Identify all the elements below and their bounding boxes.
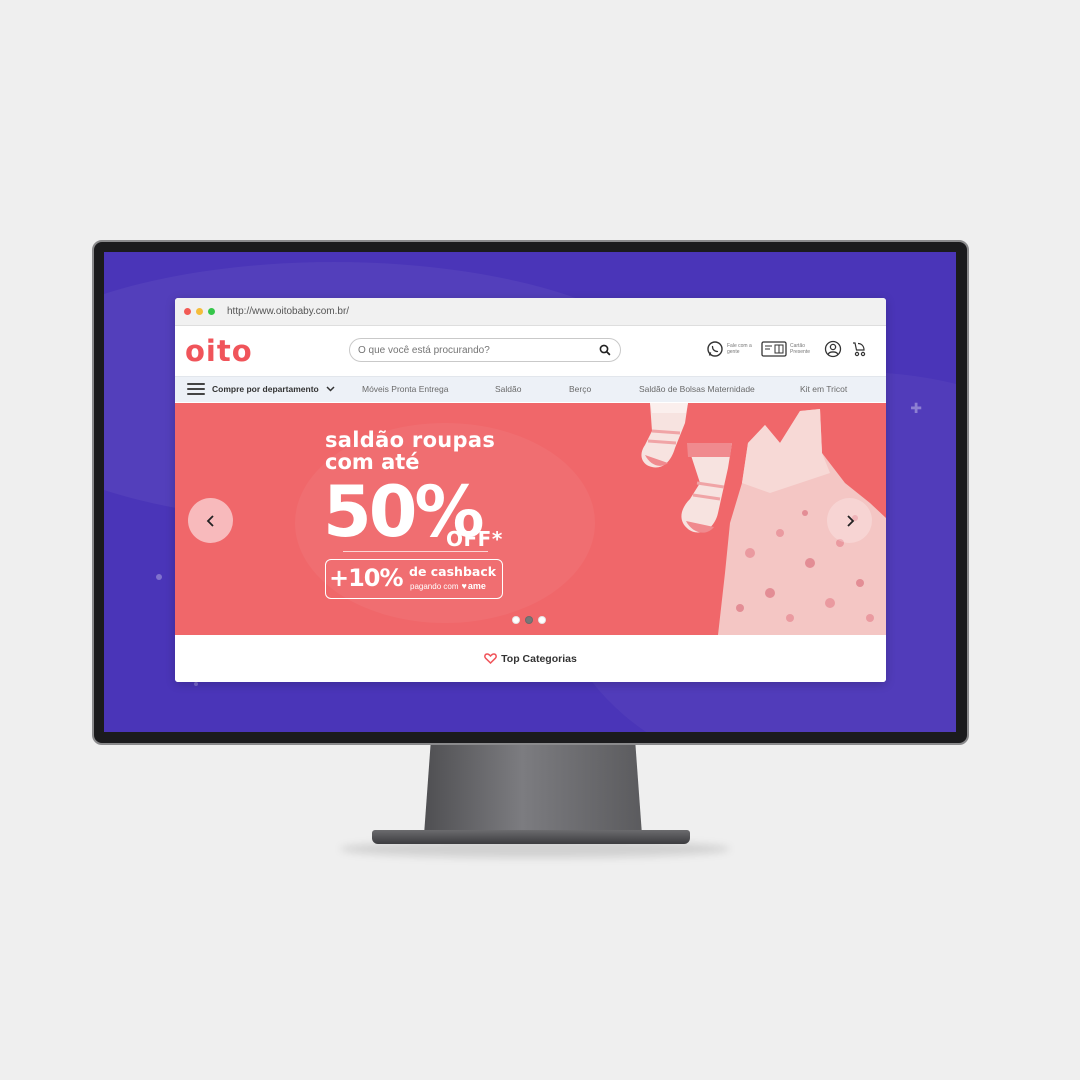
cashback-pay-text: pagando com bbox=[410, 581, 459, 591]
hero-banner[interactable]: saldão roupas com até 50% OFF* +10% de c… bbox=[175, 403, 886, 635]
heart-icon bbox=[484, 653, 498, 664]
nav-link-moveis[interactable]: Móveis Pronta Entrega bbox=[362, 384, 448, 394]
carousel-prev-button[interactable] bbox=[188, 498, 233, 543]
contact-link[interactable]: Fale com a gente bbox=[706, 340, 753, 358]
search-bar[interactable] bbox=[349, 338, 621, 362]
site-logo[interactable]: oito bbox=[185, 334, 253, 368]
cart-button[interactable] bbox=[850, 340, 868, 358]
account-button[interactable] bbox=[824, 340, 842, 358]
hero-headline-line2: com até bbox=[325, 450, 420, 474]
nav-link-bolsas[interactable]: Saldão de Bolsas Maternidade bbox=[639, 384, 755, 394]
carousel-dot-3[interactable] bbox=[538, 616, 546, 624]
hero-headline-line1: saldão roupas bbox=[325, 428, 496, 452]
nav-link-tricot[interactable]: Kit em Tricot bbox=[800, 384, 847, 394]
carousel-next-button[interactable] bbox=[827, 498, 872, 543]
close-window-button[interactable] bbox=[184, 308, 191, 315]
top-categories-section: Top Categorias bbox=[175, 635, 886, 682]
nav-link-berco[interactable]: Berço bbox=[569, 384, 591, 394]
browser-window: http://www.oitobaby.com.br/ oito Fale co… bbox=[175, 298, 886, 682]
menu-icon bbox=[187, 383, 205, 395]
cashback-value: +10% bbox=[329, 564, 404, 592]
carousel-dot-2[interactable] bbox=[525, 616, 533, 624]
hero-off-label: OFF* bbox=[446, 527, 503, 551]
heart-icon: ♥ bbox=[461, 581, 467, 591]
chevron-left-icon bbox=[206, 514, 214, 527]
whatsapp-icon bbox=[707, 341, 723, 357]
gift-card-link[interactable]: Cartão Presente bbox=[761, 340, 816, 358]
cashback-payment: pagando com ♥ ame bbox=[410, 581, 486, 591]
contact-label: Fale com a gente bbox=[727, 343, 752, 355]
user-icon bbox=[824, 340, 842, 358]
decorative-plus-icon: ✚ bbox=[910, 400, 922, 416]
url-text[interactable]: http://www.oitobaby.com.br/ bbox=[227, 306, 349, 317]
chevron-down-icon bbox=[326, 386, 335, 392]
search-input[interactable] bbox=[358, 344, 598, 356]
gift-card-label: Cartão Presente bbox=[790, 343, 811, 355]
monitor-base bbox=[372, 830, 690, 844]
carousel-dots bbox=[512, 616, 551, 624]
nav-link-saldao[interactable]: Saldão bbox=[495, 384, 521, 394]
minimize-window-button[interactable] bbox=[196, 308, 203, 315]
site-header: oito Fale com a gente bbox=[175, 326, 886, 376]
maximize-window-button[interactable] bbox=[208, 308, 215, 315]
address-bar: http://www.oitobaby.com.br/ bbox=[175, 298, 886, 326]
gift-card-icon bbox=[761, 341, 787, 357]
chevron-right-icon bbox=[846, 514, 854, 527]
decorative-dot bbox=[194, 682, 198, 686]
top-categories-label: Top Categorias bbox=[501, 652, 577, 665]
cashback-text: de cashback bbox=[409, 564, 497, 579]
decorative-dot bbox=[156, 574, 162, 580]
stroller-icon bbox=[853, 342, 866, 357]
header-actions: Fale com a gente Cartão Presente bbox=[698, 340, 868, 358]
carousel-dot-1[interactable] bbox=[512, 616, 520, 624]
department-menu-button[interactable]: Compre por departamento bbox=[187, 383, 335, 395]
department-label: Compre por departamento bbox=[212, 384, 319, 394]
category-nav: Compre por departamento Móveis Pronta En… bbox=[175, 376, 886, 402]
ame-logo: ame bbox=[467, 581, 486, 591]
top-categories-heading: Top Categorias bbox=[484, 653, 577, 665]
search-icon[interactable] bbox=[598, 343, 612, 357]
monitor-stand bbox=[424, 745, 642, 835]
cashback-divider bbox=[343, 551, 488, 552]
